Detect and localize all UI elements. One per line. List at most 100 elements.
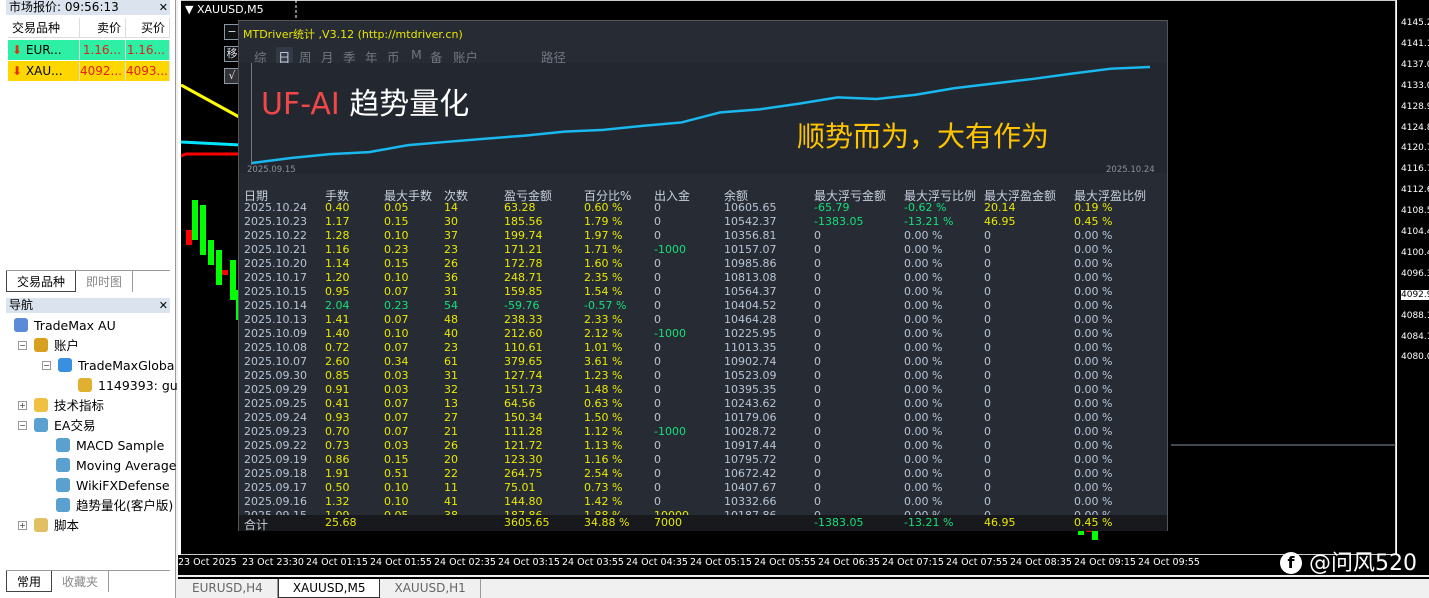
candle (216, 250, 222, 285)
expand-toggle-icon[interactable]: + (18, 521, 27, 530)
table-cell: 0.00 % (904, 481, 943, 494)
navigator-item[interactable]: 脚本 (34, 517, 79, 535)
table-row[interactable]: 2025.09.18 1.91 0.51 22 264.75 2.54 % 0 10672.4… (239, 467, 1167, 481)
table-row[interactable]: 2025.09.16 1.32 0.10 41 144.80 1.42 % 0 10332.6… (239, 495, 1167, 509)
tab-symbols[interactable]: 交易品种 (6, 271, 77, 292)
tab-xauusd-m5[interactable]: XAUUSD,M5 (277, 579, 381, 598)
table-row[interactable]: 2025.09.22 0.73 0.03 26 121.72 1.13 % 0 10917.4… (239, 439, 1167, 453)
table-cell: 27 (444, 411, 458, 424)
navigator-item[interactable]: 1149393: gu (78, 377, 178, 395)
expand-toggle-icon[interactable]: + (18, 401, 27, 410)
table-cell: 2025.10.09 (244, 327, 307, 340)
table-cell: 0 (654, 453, 661, 466)
table-cell: 248.71 (504, 271, 543, 284)
table-row[interactable]: 2025.10.17 1.20 0.10 36 248.71 2.35 % 0 10813.0… (239, 271, 1167, 285)
navigator-item[interactable]: 趋势量化(客户版) (56, 497, 173, 515)
table-row[interactable]: 2025.10.22 1.28 0.10 37 199.74 1.97 % 0 10356.8… (239, 229, 1167, 243)
table-cell: 0.00 % (904, 425, 943, 438)
table-row[interactable]: 2025.10.14 2.04 0.23 54 -59.76 -0.57 % 0 10404.… (239, 299, 1167, 313)
navigator-item[interactable]: TradeMax AU (14, 317, 116, 335)
table-cell: 31 (444, 285, 458, 298)
table-cell: 2.12 % (584, 327, 623, 340)
table-cell: 10464.28 (724, 313, 777, 326)
close-icon[interactable]: ✕ (159, 298, 168, 313)
navigator-item[interactable]: 技术指标 (34, 397, 104, 415)
table-cell: 172.78 (504, 257, 543, 270)
table-cell: 0 (984, 285, 991, 298)
table-cell: 0.00 % (904, 341, 943, 354)
table-row[interactable]: 2025.09.23 0.70 0.07 21 111.28 1.12 % -1000 100… (239, 425, 1167, 439)
table-row[interactable]: 2025.10.08 0.72 0.07 23 110.61 1.01 % 0 11013.3… (239, 341, 1167, 355)
tab-tick-chart[interactable]: 即时图 (76, 271, 134, 292)
table-cell: 121.72 (504, 439, 543, 452)
time-tick: 23 Oct 2025 (178, 557, 237, 568)
table-cell: 1.12 % (584, 425, 623, 438)
table-cell: 0 (984, 439, 991, 452)
table-cell: 1.97 % (584, 229, 623, 242)
close-icon[interactable]: ✕ (159, 0, 168, 15)
table-cell: 0 (654, 369, 661, 382)
navigator-item[interactable]: WikiFXDefense (56, 477, 170, 495)
panel-tab[interactable]: M (411, 47, 422, 62)
table-cell: 2025.09.23 (244, 425, 307, 438)
table-row[interactable]: 2025.09.29 0.91 0.03 32 151.73 1.48 % 0 10395.3… (239, 383, 1167, 397)
table-cell: 0.15 (384, 215, 409, 228)
total-cell: 25.68 (325, 516, 357, 529)
table-row[interactable]: 2025.10.07 2.60 0.34 61 379.65 3.61 % 0 10902.7… (239, 355, 1167, 369)
tab-favorites[interactable]: 收藏夹 (52, 571, 110, 592)
table-row[interactable]: 2025.10.20 1.14 0.15 26 172.78 1.60 % 0 10985.8… (239, 257, 1167, 271)
table-row[interactable]: 2025.09.24 0.93 0.07 27 150.34 1.50 % 0 10179.0… (239, 411, 1167, 425)
table-row[interactable]: 2025.09.17 0.50 0.10 11 75.01 0.73 % 0 10407.67… (239, 481, 1167, 495)
table-row[interactable]: 2025.09.19 0.86 0.15 20 123.30 1.16 % 0 10795.7… (239, 453, 1167, 467)
table-cell: 0 (814, 369, 821, 382)
table-cell: 10157.07 (724, 243, 777, 256)
table-cell: 0 (984, 257, 991, 270)
table-cell: 0.07 (384, 425, 409, 438)
table-row[interactable]: 2025.10.24 0.40 0.05 14 63.28 0.60 % 0 10605.65… (239, 201, 1167, 215)
tab-eurusd-h4[interactable]: EURUSD,H4 (178, 579, 278, 598)
table-cell: 0.63 % (584, 397, 623, 410)
arrow-down-icon: ⬇ (12, 43, 23, 57)
col-ask[interactable]: 买价 (126, 18, 170, 37)
table-cell: 0 (814, 495, 821, 508)
table-cell: 10243.62 (724, 397, 777, 410)
navigator-item[interactable]: Moving Average (56, 457, 176, 475)
time-axis[interactable]: 23 Oct 2025 23 Oct 23:30 24 Oct 01:15 24 Oc… (178, 555, 1429, 575)
price-axis[interactable]: 4145.2 4141.1 4137.0 4133.0 4128.9 4124.8 4120… (1396, 0, 1429, 555)
table-cell: 0.72 (325, 341, 350, 354)
table-cell: 0.00 % (1074, 327, 1113, 340)
table-row[interactable]: 2025.10.09 1.40 0.10 40 212.60 2.12 % -1000 102… (239, 327, 1167, 341)
table-row[interactable]: 2025.10.23 1.17 0.15 30 185.56 1.79 % 0 10542.3… (239, 215, 1167, 229)
col-symbol[interactable]: 交易品种 (8, 18, 80, 37)
tree-node-icon (56, 498, 70, 512)
expand-toggle-icon[interactable]: − (18, 421, 27, 430)
tree-node-icon (58, 358, 72, 372)
price-tick: 4145.2 (1401, 18, 1429, 28)
price-tick: 4080.0 (1401, 352, 1429, 363)
navigator-item-label: TradeMaxGloba (78, 358, 175, 373)
table-row[interactable]: 2025.10.21 1.16 0.23 23 171.21 1.71 % -1000 101… (239, 243, 1167, 257)
table-row[interactable]: 2025.10.13 1.41 0.07 48 238.33 2.33 % 0 10464.2… (239, 313, 1167, 327)
table-cell: 1.32 (325, 495, 350, 508)
tab-common[interactable]: 常用 (6, 571, 53, 592)
market-watch-row[interactable]: ⬇ XAU... 4092... 4093... (8, 61, 170, 81)
table-cell: 10404.52 (724, 299, 777, 312)
table-cell: 0 (654, 467, 661, 480)
table-row[interactable]: 2025.09.30 0.85 0.03 31 127.74 1.23 % 0 10523.0… (239, 369, 1167, 383)
navigator-item[interactable]: MACD Sample (56, 437, 164, 455)
navigator-item[interactable]: EA交易 (34, 417, 95, 435)
market-watch-row[interactable]: ⬇ EUR... 1.16... 1.16... (8, 40, 170, 60)
table-row[interactable]: 2025.09.25 0.41 0.07 13 64.56 0.63 % 0 10243.62… (239, 397, 1167, 411)
table-row[interactable]: 2025.10.15 0.95 0.07 31 159.85 1.54 % 0 10564.3… (239, 285, 1167, 299)
tab-xauusd-h1[interactable]: XAUUSD,H1 (380, 579, 481, 598)
navigator-item[interactable]: TradeMaxGloba (58, 357, 174, 375)
table-cell: 1.16 % (584, 453, 623, 466)
table-cell: 0.00 % (1074, 383, 1113, 396)
table-cell: 0.00 % (904, 355, 943, 368)
navigator-item[interactable]: 账户 (34, 337, 79, 355)
candle (192, 200, 198, 240)
col-bid[interactable]: 卖价 (80, 18, 126, 37)
table-cell: 0 (984, 243, 991, 256)
expand-toggle-icon[interactable]: − (42, 361, 51, 370)
expand-toggle-icon[interactable]: − (18, 341, 27, 350)
